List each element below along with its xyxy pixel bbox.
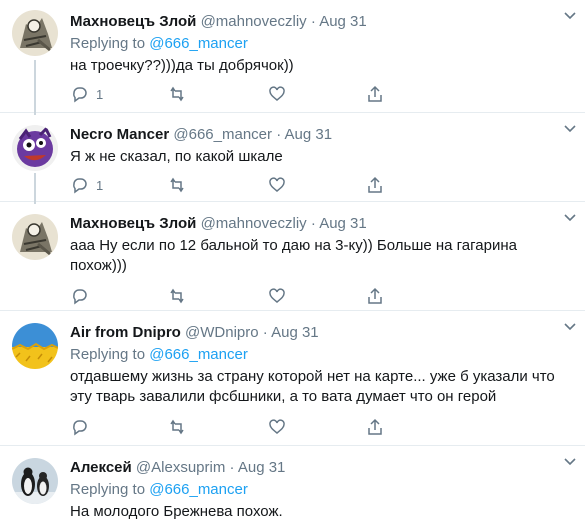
retweet-button[interactable] [168,175,186,195]
replying-to: Replying to @666_mancer [70,480,575,500]
tweet-date[interactable]: Aug 31 [271,324,319,341]
tweet-actions [70,417,400,437]
separator-dot: · [229,459,235,476]
separator-dot: · [310,13,316,30]
chevron-down-icon[interactable] [563,319,577,333]
mention-link[interactable]: @666_mancer [149,481,248,498]
reply-button[interactable] [70,286,96,306]
avatar[interactable] [12,458,58,504]
tweet-date[interactable]: Aug 31 [238,459,286,476]
author-handle[interactable]: @666_mancer [173,126,272,143]
replying-to: Replying to @666_mancer [70,345,575,365]
chevron-down-icon[interactable] [563,210,577,224]
author-handle[interactable]: @WDnipro [185,324,259,341]
share-icon [368,418,382,435]
retweet-icon [170,86,184,102]
like-button[interactable] [268,175,286,195]
separator-dot: · [310,215,316,232]
author-name[interactable]: Necro Mancer [70,126,169,143]
tweet-date[interactable]: Aug 31 [319,215,367,232]
avatar[interactable] [12,10,58,56]
share-icon [368,287,382,304]
reply-count: 1 [96,177,104,193]
reply-icon [73,178,87,194]
share-button[interactable] [366,175,384,195]
replying-to-label: Replying to [70,35,146,52]
like-icon [269,177,285,192]
reply-icon [73,87,87,103]
share-button[interactable] [366,84,384,104]
separator-dot: · [262,324,268,341]
author-handle[interactable]: @mahnoveczliy [201,215,307,232]
mention-link[interactable]: @666_mancer [149,35,248,52]
tweet-actions: 1 [70,84,400,104]
tweet[interactable]: Air from Dnipro @WDnipro · Aug 31 Replyi… [0,311,585,446]
replying-to-label: Replying to [70,346,146,363]
reply-button[interactable] [70,417,96,437]
tweet-header: Махновецъ Злой @mahnoveczliy · Aug 31 [70,214,575,234]
reply-button[interactable]: 1 [70,175,103,195]
tweet-actions: 1 [70,175,400,195]
tweet[interactable]: Махновецъ Злой @mahnoveczliy · Aug 31 аа… [0,202,585,311]
reply-count: 1 [96,86,104,102]
share-icon [368,176,382,193]
avatar[interactable] [12,323,58,369]
separator-dot: · [276,126,282,143]
replying-to: Replying to @666_mancer [70,34,575,54]
retweet-icon [170,288,184,304]
tweet-date[interactable]: Aug 31 [319,13,367,30]
tweet-text: ааа Ну если по 12 бальной то даю на 3-ку… [70,237,517,274]
like-icon [269,288,285,303]
avatar[interactable] [12,125,58,171]
share-button[interactable] [366,286,384,306]
thread-line [34,60,36,115]
like-button[interactable] [268,84,286,104]
tweet-header: Алексей @Alexsuprim · Aug 31 [70,458,575,478]
tweet-text: На молодого Брежнева похож. [70,503,283,520]
like-icon [269,86,285,101]
chevron-down-icon[interactable] [563,454,577,468]
retweet-icon [170,177,184,193]
thread-line [34,173,36,204]
tweet-text: на троечку??)))да ты добрячок)) [70,57,294,74]
retweet-button[interactable] [168,84,186,104]
author-name[interactable]: Махновецъ Злой [70,215,196,232]
tweet-header: Air from Dnipro @WDnipro · Aug 31 [70,323,575,343]
retweet-button[interactable] [168,286,186,306]
chevron-down-icon[interactable] [563,8,577,22]
reply-icon [73,420,87,436]
tweet-text: отдавшему жизнь за страну которой нет на… [70,368,555,405]
tweet[interactable]: Алексей @Alexsuprim · Aug 31 Replying to… [0,446,585,525]
replying-to-label: Replying to [70,481,146,498]
tweet-timeline: Махновецъ Злой @mahnoveczliy · Aug 31 Re… [0,0,585,525]
tweet-header: Necro Mancer @666_mancer · Aug 31 [70,125,575,145]
reply-button[interactable]: 1 [70,84,103,104]
retweet-icon [170,419,184,435]
tweet[interactable]: Necro Mancer @666_mancer · Aug 31 Я ж не… [0,113,585,204]
chevron-down-icon[interactable] [563,121,577,135]
tweet-date[interactable]: Aug 31 [285,126,333,143]
author-handle[interactable]: @mahnoveczliy [201,13,307,30]
retweet-button[interactable] [168,417,186,437]
share-button[interactable] [366,417,384,437]
tweet[interactable]: Махновецъ Злой @mahnoveczliy · Aug 31 Re… [0,0,585,115]
author-name[interactable]: Махновецъ Злой [70,13,196,30]
like-icon [269,419,285,434]
avatar[interactable] [12,214,58,260]
reply-icon [73,289,87,305]
tweet-text: Я ж не сказал, по какой шкале [70,148,283,165]
author-name[interactable]: Алексей [70,459,132,476]
share-icon [368,85,382,102]
author-handle[interactable]: @Alexsuprim [136,459,225,476]
tweet-actions [70,286,400,306]
like-button[interactable] [268,286,286,306]
mention-link[interactable]: @666_mancer [149,346,248,363]
like-button[interactable] [268,417,286,437]
tweet-header: Махновецъ Злой @mahnoveczliy · Aug 31 [70,12,575,32]
author-name[interactable]: Air from Dnipro [70,324,181,341]
